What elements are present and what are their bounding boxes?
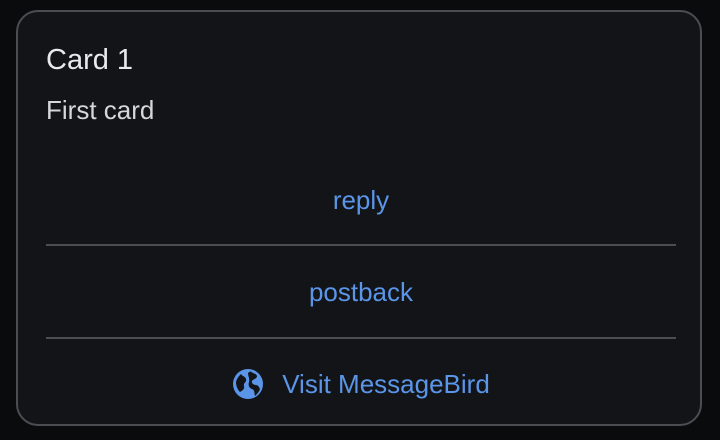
postback-button-label: postback — [308, 276, 414, 307]
card-description: First card — [46, 95, 155, 125]
visit-messagebird-link[interactable]: Visit MessageBird — [46, 356, 676, 412]
postback-button[interactable]: postback — [46, 264, 676, 320]
reply-button-label: reply — [332, 184, 390, 215]
reply-button[interactable]: reply — [46, 172, 676, 228]
divider — [46, 337, 676, 339]
card-title: Card 1 — [46, 44, 134, 76]
visit-messagebird-label: Visit MessageBird — [282, 368, 490, 399]
divider — [46, 244, 676, 246]
globe-icon — [232, 368, 264, 400]
rich-card: Card 1 First card reply postback Visit M… — [16, 10, 702, 426]
